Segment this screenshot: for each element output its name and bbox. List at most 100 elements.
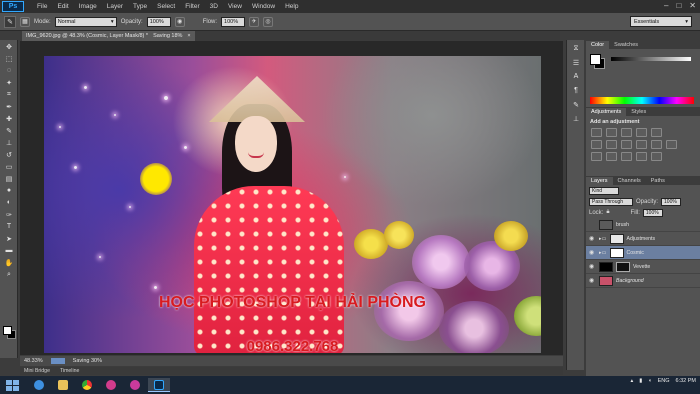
layer-row[interactable]: brush (586, 218, 700, 232)
path-select-tool-icon[interactable]: ➤ (2, 233, 16, 244)
menu-layer[interactable]: Layer (102, 3, 128, 10)
history-brush-tool-icon[interactable]: ↺ (2, 149, 16, 160)
menu-file[interactable]: File (32, 3, 52, 10)
levels-icon[interactable] (606, 128, 617, 137)
character-icon[interactable]: A (569, 71, 583, 82)
hue-saturation-icon[interactable] (591, 140, 602, 149)
language-indicator[interactable]: ENG (658, 378, 670, 384)
clone-source-icon[interactable]: ⊥ (569, 113, 583, 124)
layer-opacity-field[interactable]: 100% (661, 197, 682, 206)
marquee-tool-icon[interactable]: ⬚ (2, 53, 16, 64)
invert-icon[interactable] (591, 152, 602, 161)
flow-field[interactable]: 100% (221, 16, 246, 27)
maximize-button[interactable]: □ (676, 1, 681, 10)
brush-presets-icon[interactable]: ✎ (569, 99, 583, 110)
properties-icon[interactable]: ☰ (569, 57, 583, 68)
tray-arrow-icon[interactable]: ▴ (630, 378, 633, 384)
shape-tool-icon[interactable]: ▬ (2, 245, 16, 256)
pen-tool-icon[interactable]: ✑ (2, 209, 16, 220)
tab-timeline[interactable]: Timeline (60, 368, 79, 374)
volume-icon[interactable]: ◖ (648, 378, 651, 384)
tab-swatches[interactable]: Swatches (609, 41, 643, 49)
menu-image[interactable]: Image (74, 3, 102, 10)
exposure-icon[interactable] (636, 128, 647, 137)
folder-icon[interactable]: ▸▭ (599, 236, 607, 242)
tab-channels[interactable]: Channels (613, 177, 646, 185)
tab-mini-bridge[interactable]: Mini Bridge (24, 368, 50, 374)
posterize-icon[interactable] (606, 152, 617, 161)
eye-icon[interactable]: ◉ (589, 263, 596, 270)
menu-window[interactable]: Window (247, 3, 280, 10)
taskbar-app-icon[interactable] (100, 378, 122, 392)
brush-tool-icon[interactable]: ✎ (2, 125, 16, 136)
color-slider[interactable] (611, 57, 691, 61)
brightness-contrast-icon[interactable] (591, 128, 602, 137)
color-lookup-icon[interactable] (666, 140, 677, 149)
channel-mixer-icon[interactable] (651, 140, 662, 149)
brush-preset-icon[interactable]: ✎ (4, 15, 16, 28)
close-tab-icon[interactable]: × (187, 33, 190, 39)
document-tab[interactable]: IMG_9620.jpg @ 48.3% (Cosmic, Layer Mask… (22, 31, 195, 41)
pressure-opacity-icon[interactable]: ◉ (174, 16, 185, 27)
brush-panel-icon[interactable]: ▦ (20, 16, 30, 27)
clock[interactable]: 6:32 PM (676, 378, 696, 384)
menu-view[interactable]: View (223, 3, 247, 10)
layer-row[interactable]: ◉ ▸▭ Adjustments (586, 232, 700, 246)
taskbar-explorer-icon[interactable] (52, 378, 74, 392)
gradient-map-icon[interactable] (636, 152, 647, 161)
mode-dropdown[interactable]: Normal ▾ (54, 16, 117, 27)
layer-row-selected[interactable]: ◉ ▸▭ Cosmic (586, 246, 700, 260)
selective-color-icon[interactable] (651, 152, 662, 161)
zoom-level[interactable]: 48.33% (24, 358, 43, 364)
color-balance-icon[interactable] (606, 140, 617, 149)
start-button-icon[interactable] (4, 378, 20, 392)
crop-tool-icon[interactable]: ⌗ (2, 89, 16, 100)
quick-select-tool-icon[interactable]: ✦ (2, 77, 16, 88)
lasso-tool-icon[interactable]: ◌ (2, 65, 16, 76)
eye-icon[interactable]: ◉ (589, 235, 596, 242)
layer-filter-dropdown[interactable]: Kind (589, 186, 619, 195)
airbrush-icon[interactable]: ✈ (249, 16, 260, 27)
photo-filter-icon[interactable] (636, 140, 647, 149)
document-canvas[interactable]: HỌC PHOTOSHOP TẠI HẢI PHÒNG 0986.322.768 (44, 56, 541, 353)
eye-icon[interactable]: ◉ (589, 277, 596, 284)
healing-brush-tool-icon[interactable]: ✚ (2, 113, 16, 124)
color-spectrum[interactable] (590, 97, 694, 104)
tab-adjustments[interactable]: Adjustments (586, 108, 627, 116)
gradient-tool-icon[interactable]: ▤ (2, 173, 16, 184)
dodge-tool-icon[interactable]: ◐ (2, 197, 16, 208)
lock-icon[interactable]: 🔒︎ (606, 209, 609, 216)
menu-3d[interactable]: 3D (205, 3, 223, 10)
type-tool-icon[interactable]: T (2, 221, 16, 232)
blend-mode-dropdown[interactable]: Pass Through (589, 197, 633, 206)
tab-color[interactable]: Color (586, 41, 610, 49)
tab-layers[interactable]: Layers (586, 177, 613, 185)
opacity-field[interactable]: 100% (146, 16, 171, 27)
move-tool-icon[interactable]: ✥ (2, 41, 16, 52)
zoom-tool-icon[interactable]: ⌕ (2, 269, 16, 280)
eraser-tool-icon[interactable]: ▭ (2, 161, 16, 172)
foreground-color-swatch[interactable] (590, 54, 601, 65)
menu-help[interactable]: Help (280, 3, 303, 10)
menu-edit[interactable]: Edit (52, 3, 73, 10)
vibrance-icon[interactable] (651, 128, 662, 137)
eyedropper-tool-icon[interactable]: ✒ (2, 101, 16, 112)
taskbar-app-icon[interactable] (124, 378, 146, 392)
taskbar-ie-icon[interactable] (28, 378, 50, 392)
curves-icon[interactable] (621, 128, 632, 137)
hand-tool-icon[interactable]: ✋ (2, 257, 16, 268)
menu-select[interactable]: Select (152, 3, 180, 10)
tab-styles[interactable]: Styles (626, 108, 651, 116)
paragraph-icon[interactable]: ¶ (569, 85, 583, 96)
minimize-button[interactable]: – (664, 1, 668, 10)
menu-type[interactable]: Type (128, 3, 152, 10)
menu-filter[interactable]: Filter (180, 3, 204, 10)
layer-row[interactable]: ◉ Background (586, 274, 700, 288)
folder-icon[interactable]: ▸▭ (599, 250, 607, 256)
foreground-color-swatch[interactable] (3, 326, 12, 335)
black-white-icon[interactable] (621, 140, 632, 149)
taskbar-chrome-icon[interactable] (76, 378, 98, 392)
clone-stamp-tool-icon[interactable]: ⊥ (2, 137, 16, 148)
network-icon[interactable]: ▮ (639, 378, 642, 384)
tab-paths[interactable]: Paths (646, 177, 670, 185)
